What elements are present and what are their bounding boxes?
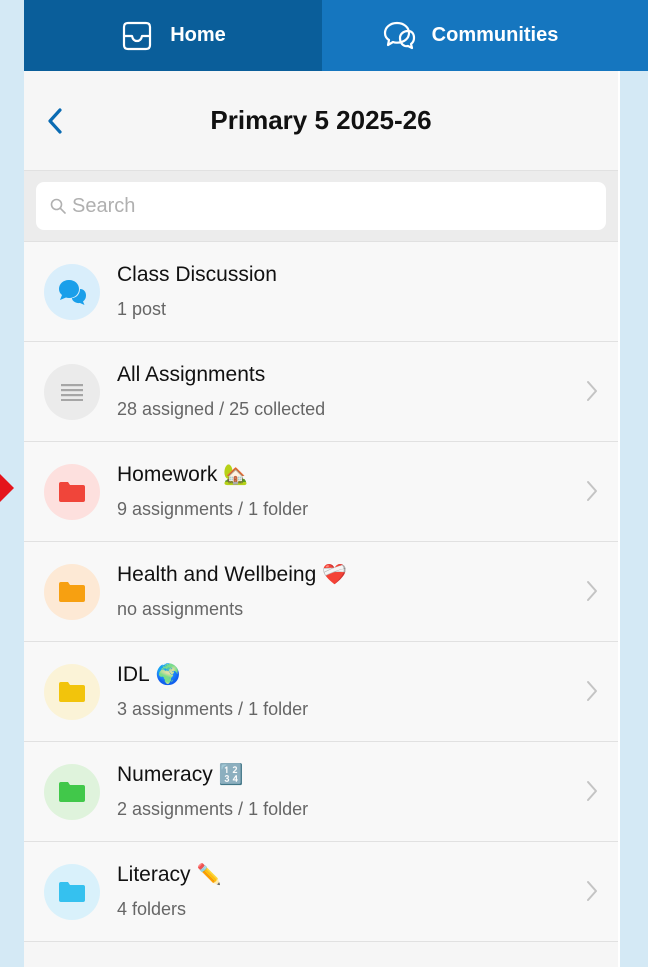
- tab-communities-label: Communities: [431, 24, 559, 46]
- folder-icon: [59, 582, 85, 602]
- list-item-health-and-wellbeing[interactable]: Health and Wellbeing ❤️‍🩹 no assignments: [24, 542, 618, 642]
- list-item-subtitle: no assignments: [117, 599, 244, 619]
- bandaged-heart-icon: ❤️‍🩹: [322, 564, 348, 586]
- chevron-right-icon: [586, 880, 598, 902]
- pencil-icon: ✏️: [196, 864, 222, 886]
- list-item-numeracy[interactable]: Numeracy 🔢 2 assignments / 1 folder: [24, 742, 618, 842]
- back-button[interactable]: [40, 103, 70, 139]
- app-frame: Home Communities Primary 5 2025-26 Searc…: [24, 0, 618, 967]
- list-item-title: Health and Wellbeing: [117, 563, 317, 586]
- search-input[interactable]: Search: [36, 182, 606, 230]
- tab-home-label: Home: [170, 24, 226, 46]
- discussion-badge: [44, 264, 100, 320]
- chevron-right-icon: [586, 480, 598, 502]
- folder-icon: [59, 482, 85, 502]
- chevron-left-icon: [48, 108, 62, 134]
- folder-icon: [59, 882, 85, 902]
- chat-bubbles-icon: [382, 19, 416, 53]
- folder-icon: [59, 682, 85, 702]
- search-placeholder: Search: [72, 194, 136, 217]
- house-garden-icon: 🏡: [223, 464, 249, 486]
- folder-badge: [44, 564, 100, 620]
- list-item-homework[interactable]: Homework 🏡 9 assignments / 1 folder: [24, 442, 618, 542]
- search-icon: [50, 198, 66, 214]
- tab-communities[interactable]: Communities: [322, 0, 618, 71]
- list-lines-icon: [61, 384, 83, 401]
- list-item-class-discussion[interactable]: Class Discussion 1 post: [24, 242, 618, 342]
- chevron-right-icon: [586, 580, 598, 602]
- list-item-title: Homework: [117, 463, 218, 486]
- list-item-subtitle: 28 assigned / 25 collected: [117, 399, 326, 419]
- list-item-all-assignments[interactable]: All Assignments 28 assigned / 25 collect…: [24, 342, 618, 442]
- folder-badge: [44, 464, 100, 520]
- search-area: Search: [24, 171, 618, 242]
- globe-icon: 🌍: [155, 664, 181, 686]
- folder-badge: [44, 764, 100, 820]
- nav-bar: Primary 5 2025-26: [24, 71, 618, 171]
- list-item-title: Numeracy: [117, 763, 213, 786]
- chevron-right-icon: [586, 780, 598, 802]
- folder-badge: [44, 864, 100, 920]
- list-item-title: Literacy: [117, 863, 191, 886]
- folder-badge: [44, 664, 100, 720]
- list-item-title: All Assignments: [117, 363, 266, 386]
- inbox-icon: [120, 19, 154, 53]
- tab-bar: Home Communities: [24, 0, 618, 71]
- chat-bubbles-icon: [59, 280, 86, 305]
- numbers-icon: 🔢: [218, 764, 244, 786]
- page-title: Primary 5 2025-26: [210, 105, 432, 135]
- chevron-right-icon: [586, 380, 598, 402]
- list-item-subtitle: 9 assignments / 1 folder: [117, 499, 309, 519]
- red-pointer-arrow-icon: [0, 474, 14, 502]
- list-item-subtitle: 2 assignments / 1 folder: [117, 799, 309, 819]
- list-item-subtitle: 4 folders: [117, 899, 187, 919]
- list-item-title: Class Discussion: [117, 263, 277, 286]
- chevron-right-icon: [586, 680, 598, 702]
- list-item-subtitle: 1 post: [117, 299, 167, 319]
- right-edge: [618, 0, 648, 967]
- list-item-literacy[interactable]: Literacy ✏️ 4 folders: [24, 842, 618, 942]
- list-item-title: IDL: [117, 663, 150, 686]
- list-item-idl[interactable]: IDL 🌍 3 assignments / 1 folder: [24, 642, 618, 742]
- assignments-badge: [44, 364, 100, 420]
- folder-icon: [59, 782, 85, 802]
- tab-home[interactable]: Home: [24, 0, 322, 71]
- list-item-subtitle: 3 assignments / 1 folder: [117, 699, 309, 719]
